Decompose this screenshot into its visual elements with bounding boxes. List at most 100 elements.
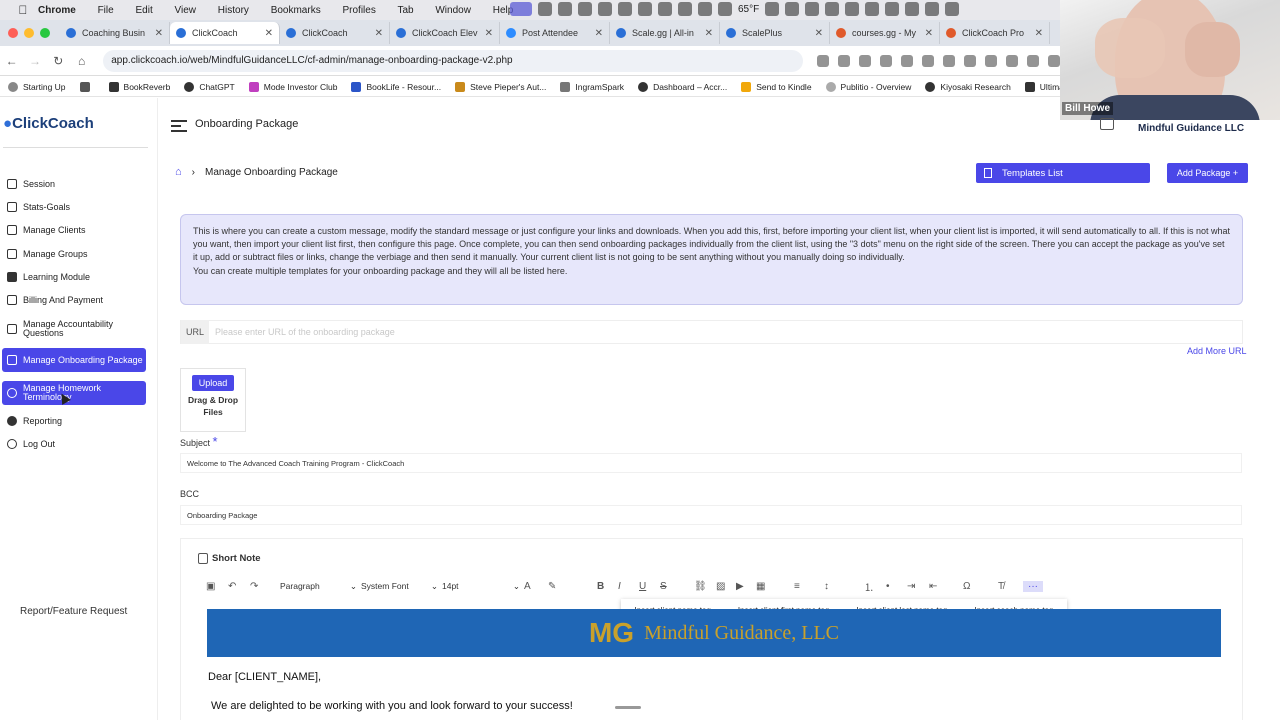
bookmark-item[interactable]: BookLife - Resour... — [351, 81, 441, 92]
tray-icon[interactable] — [558, 2, 572, 16]
add-package-button[interactable]: Add Package + — [1167, 163, 1248, 183]
templates-list-button[interactable]: Templates List — [976, 163, 1150, 183]
tray-icon[interactable] — [638, 2, 652, 16]
bookmark-item[interactable]: Mode Investor Club — [248, 81, 337, 92]
browser-tab[interactable]: ClickCoach Elev ✕ — [390, 22, 500, 44]
close-tab-icon[interactable]: ✕ — [265, 28, 273, 39]
close-tab-icon[interactable]: ✕ — [375, 28, 383, 39]
browser-tab[interactable]: ClickCoach ✕ — [280, 22, 390, 44]
menu-bookmarks[interactable]: Bookmarks — [271, 5, 321, 16]
maximize-window-icon[interactable] — [40, 28, 50, 38]
bookmark-item[interactable]: Send to Kindle — [741, 81, 812, 92]
special-character-icon[interactable]: Ω — [963, 581, 998, 592]
sidebar-item-manage-clients[interactable]: Manage Clients — [2, 224, 146, 236]
bookmark-item[interactable]: BookReverb — [108, 81, 170, 92]
hamburger-menu-icon[interactable] — [171, 120, 187, 135]
sidebar-item-session[interactable]: Session — [2, 178, 146, 190]
browser-tab-active[interactable]: ClickCoach ✕ — [170, 22, 280, 44]
tray-icon[interactable] — [885, 2, 900, 16]
tray-icon[interactable] — [905, 2, 920, 16]
tray-icon[interactable] — [945, 2, 960, 16]
notification-icon[interactable] — [1100, 118, 1114, 130]
image-icon[interactable]: ▣ — [206, 581, 228, 592]
apple-icon[interactable]:  — [14, 3, 32, 17]
menu-tab[interactable]: Tab — [397, 5, 413, 16]
close-tab-icon[interactable]: ✕ — [1035, 28, 1043, 39]
email-greeting[interactable]: Dear [CLIENT_NAME], — [208, 671, 321, 683]
tray-icon[interactable] — [658, 2, 672, 16]
insert-image-icon[interactable]: ▨ — [716, 581, 736, 592]
tray-icon[interactable] — [618, 2, 632, 16]
extension-icon[interactable] — [900, 54, 913, 67]
screen-record-icon[interactable] — [510, 2, 532, 16]
align-icon[interactable]: ≡ — [794, 581, 824, 592]
tray-icon[interactable] — [698, 2, 712, 16]
extension-icon[interactable] — [879, 54, 892, 67]
sidebar-item-learning-module[interactable]: Learning Module — [2, 271, 146, 283]
media-icon[interactable]: ▶ — [736, 581, 756, 592]
clickcoach-logo[interactable]: ●ClickCoach — [3, 115, 94, 132]
extension-icon[interactable] — [963, 54, 976, 67]
feature-request-link[interactable]: Report/Feature Request — [20, 606, 127, 617]
home-icon[interactable]: ⌂ — [70, 54, 93, 68]
email-body-line[interactable]: We are delighted to be working with you … — [211, 700, 573, 712]
highlight-color-icon[interactable]: ✎ — [548, 581, 597, 592]
browser-tab[interactable]: courses.gg - My ✕ — [830, 22, 940, 44]
home-icon[interactable]: ⌂ — [175, 166, 182, 178]
reload-icon[interactable]: ↻ — [47, 54, 70, 68]
close-tab-icon[interactable]: ✕ — [595, 28, 603, 39]
text-color-icon[interactable]: A — [524, 581, 548, 592]
strikethrough-icon[interactable]: S — [660, 581, 694, 592]
browser-tab[interactable]: ClickCoach Pro ✕ — [940, 22, 1050, 44]
tray-icon[interactable] — [718, 2, 732, 16]
bold-icon[interactable]: B — [597, 581, 618, 592]
browser-tab[interactable]: Coaching Busin ✕ — [60, 22, 170, 44]
forward-icon[interactable]: → — [23, 54, 46, 68]
table-icon[interactable]: ▦ — [756, 581, 794, 592]
tray-icon[interactable] — [678, 2, 692, 16]
zoom-icon[interactable] — [816, 54, 829, 67]
sidebar-item-onboarding[interactable]: Manage Onboarding Package — [2, 348, 146, 372]
close-tab-icon[interactable]: ✕ — [155, 28, 163, 39]
bookmark-item[interactable]: Starting Up — [8, 81, 66, 92]
menu-window[interactable]: Window — [435, 5, 471, 16]
bookmark-item[interactable]: ChatGPT — [184, 81, 235, 92]
undo-icon[interactable]: ↶ — [228, 581, 250, 592]
tray-icon[interactable] — [578, 2, 592, 16]
sidebar-item-logout[interactable]: Log Out — [2, 438, 146, 450]
scrollbar-thumb[interactable] — [615, 706, 641, 709]
url-bar[interactable]: app.clickcoach.io/web/MindfulGuidanceLLC… — [103, 49, 803, 72]
browser-tab[interactable]: Post Attendee ✕ — [500, 22, 610, 44]
extension-icon[interactable] — [1026, 54, 1039, 67]
underline-icon[interactable]: U — [639, 581, 660, 592]
tray-icon[interactable] — [805, 2, 820, 16]
bookmark-item[interactable]: Steve Pieper's Aut... — [455, 81, 546, 92]
numbered-list-icon[interactable]: ⒈ — [864, 579, 886, 594]
extension-icon[interactable] — [984, 54, 997, 67]
outdent-icon[interactable]: ⇤ — [929, 581, 963, 592]
sidebar-item-accountability[interactable]: Manage Accountability Questions — [2, 318, 146, 340]
sidebar-item-reporting[interactable]: Reporting — [2, 415, 146, 427]
redo-icon[interactable]: ↷ — [250, 581, 280, 592]
close-tab-icon[interactable]: ✕ — [485, 28, 493, 39]
tray-icon[interactable] — [538, 2, 552, 16]
tray-icon[interactable] — [765, 2, 780, 16]
extension-icon[interactable] — [942, 54, 955, 67]
bookmark-item[interactable]: Publitio - Overview — [825, 81, 911, 92]
bcc-input[interactable]: Onboarding Package — [180, 505, 1242, 525]
menu-view[interactable]: View — [175, 5, 197, 16]
font-size-select[interactable]: 14pt ⌄ — [442, 581, 524, 592]
bookmark-item[interactable]: Kiyosaki Research — [925, 81, 1011, 92]
close-window-icon[interactable] — [8, 28, 18, 38]
upload-button[interactable]: Upload — [192, 375, 234, 391]
line-height-icon[interactable]: ↕ — [824, 581, 864, 592]
close-tab-icon[interactable]: ✕ — [815, 28, 823, 39]
sidebar-item-billing[interactable]: Billing And Payment — [2, 294, 146, 306]
minimize-window-icon[interactable] — [24, 28, 34, 38]
more-options-icon[interactable]: ··· — [1023, 580, 1043, 592]
extension-icon[interactable] — [921, 54, 934, 67]
tray-icon[interactable] — [785, 2, 800, 16]
add-more-url-link[interactable]: Add More URL — [1187, 346, 1247, 356]
onboarding-url-input[interactable] — [215, 327, 1215, 337]
menu-history[interactable]: History — [218, 5, 249, 16]
